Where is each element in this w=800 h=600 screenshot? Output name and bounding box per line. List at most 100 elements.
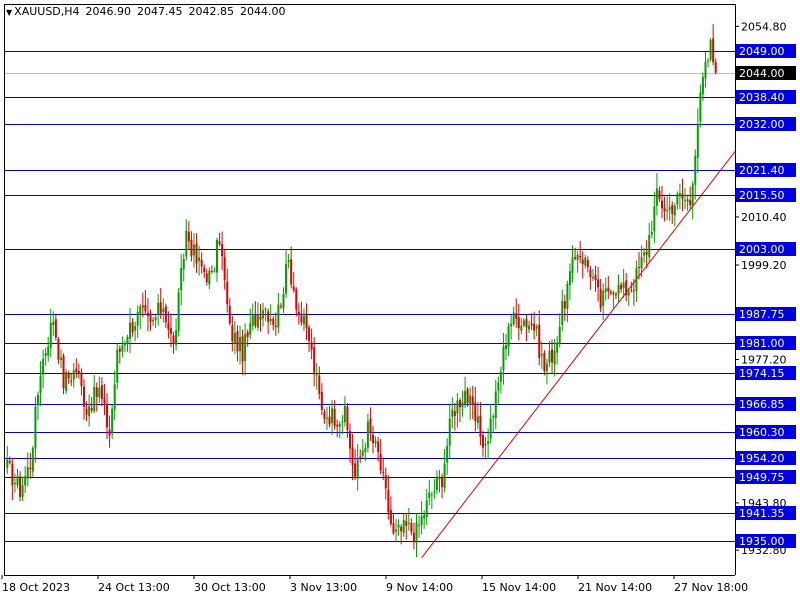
candle-body	[343, 405, 346, 423]
candle-body	[545, 363, 548, 372]
candle-body	[305, 314, 308, 329]
candle-body	[175, 330, 178, 345]
candle-body	[36, 394, 39, 406]
candle-body	[558, 326, 561, 344]
candle-body	[581, 259, 584, 265]
candle-body	[336, 424, 339, 427]
axes: 2054.802010.401999.201977.201943.801932.…	[1, 4, 796, 594]
candle-body	[215, 239, 218, 273]
candle-body	[602, 290, 605, 306]
candle-body	[655, 188, 658, 206]
candle-body	[241, 336, 244, 362]
candle-body	[402, 520, 405, 533]
candle-body	[701, 76, 704, 95]
candle-body	[433, 491, 436, 493]
candle-body	[630, 289, 633, 291]
candle-body	[146, 312, 149, 317]
candle-body	[571, 257, 574, 274]
candle-body	[177, 292, 180, 332]
candle-body	[103, 399, 106, 404]
candle-body	[604, 288, 607, 292]
x-tick-label: 15 Nov 14:00	[482, 581, 556, 594]
candle-body	[512, 312, 515, 325]
candle-body	[134, 325, 137, 331]
candle-body	[149, 313, 152, 322]
candle-body	[379, 454, 382, 471]
level-label: 1987.75	[739, 308, 785, 321]
candle-body	[425, 500, 428, 518]
candle-body	[448, 418, 451, 446]
candle-body	[98, 387, 101, 398]
candle-body	[678, 193, 681, 197]
candle-body	[574, 256, 577, 259]
candle-body	[507, 326, 510, 347]
candle-body	[24, 476, 27, 486]
trendline-group[interactable]	[421, 151, 736, 559]
candle-body	[83, 386, 86, 407]
candle-body	[707, 60, 710, 62]
candle-body	[49, 322, 52, 348]
candle-body	[162, 308, 165, 312]
candle-body	[627, 291, 630, 296]
candle-body	[505, 345, 508, 349]
candle-body	[210, 271, 213, 273]
candle-body	[192, 244, 195, 256]
candle-body	[530, 323, 533, 326]
candle-body	[328, 416, 331, 425]
level-label: 1966.85	[739, 398, 785, 411]
x-tick-label: 9 Nov 14:00	[386, 581, 453, 594]
candle-body	[249, 323, 252, 335]
level-label: 1960.30	[739, 426, 785, 439]
candle-body	[520, 325, 523, 331]
candle-body	[563, 301, 566, 309]
level-label: 2038.40	[739, 91, 785, 104]
candle-body	[297, 311, 300, 315]
candle-body	[645, 251, 648, 255]
candle-body	[52, 321, 55, 326]
candle-body	[637, 266, 640, 268]
candle-body	[287, 260, 290, 262]
candle-body	[535, 326, 538, 329]
candle-body	[123, 342, 126, 346]
candle-body	[77, 371, 80, 375]
candle-body	[510, 323, 513, 327]
candle-body	[308, 327, 311, 341]
candle-body	[13, 482, 16, 485]
candle-body	[195, 243, 198, 264]
candle-body	[681, 193, 684, 199]
candle-body	[93, 386, 96, 412]
candle-body	[320, 392, 323, 410]
candle-body	[136, 311, 139, 326]
candle-body	[643, 252, 646, 256]
candle-body	[16, 476, 19, 486]
candle-body	[346, 406, 349, 431]
candle-body	[100, 385, 103, 400]
candle-body	[85, 409, 88, 415]
level-label: 2015.50	[739, 189, 785, 202]
candle-body	[90, 408, 93, 411]
price-chart[interactable]: 2054.802010.401999.201977.201943.801932.…	[0, 0, 800, 600]
candle-body	[269, 319, 272, 322]
candle-body	[180, 268, 183, 291]
candle-body	[113, 384, 116, 410]
candle-body	[239, 336, 242, 352]
candle-body	[111, 408, 114, 434]
candle-body	[456, 400, 459, 414]
y-tick-label: 2010.40	[741, 211, 787, 224]
candle-body	[620, 284, 623, 290]
candle-body	[198, 257, 201, 262]
candle-body	[21, 485, 24, 498]
candle-body	[517, 317, 520, 329]
candle-body	[599, 288, 602, 309]
candle-body	[625, 280, 628, 296]
candle-body	[384, 474, 387, 489]
candle-body	[67, 373, 70, 379]
candle-body	[267, 311, 270, 322]
candle-body	[640, 257, 643, 269]
candle-body	[108, 429, 111, 436]
candle-body	[338, 423, 341, 427]
candle-body	[39, 375, 42, 394]
x-tick-label: 21 Nov 14:00	[578, 581, 652, 594]
candle-body	[154, 317, 157, 321]
horizontal-levels[interactable]	[4, 51, 735, 542]
